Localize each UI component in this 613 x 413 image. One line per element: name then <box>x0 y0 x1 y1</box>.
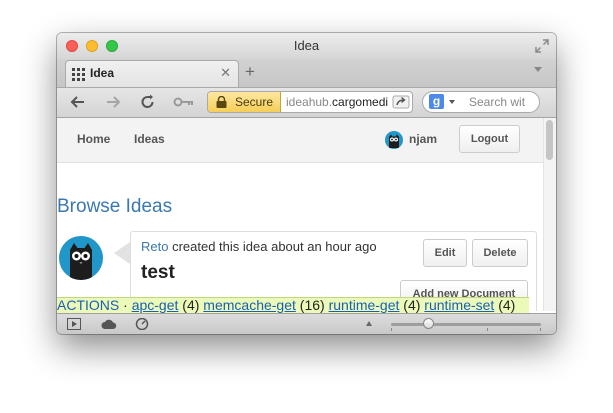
slider-tick <box>391 328 392 331</box>
close-tab-icon[interactable]: ✕ <box>220 65 231 81</box>
cloud-icon[interactable] <box>101 318 117 330</box>
browser-window: Idea Idea ✕ + Secure ideahub.cargomedi g… <box>57 33 556 334</box>
idea-title[interactable]: test <box>141 262 175 284</box>
actions-debug-bar: ACTIONS · apc-get (4) memcache-get (16) … <box>57 297 529 314</box>
scrollbar-thumb[interactable] <box>546 120 553 160</box>
search-placeholder: Search wit <box>469 95 526 109</box>
action-link[interactable]: runtime-get <box>329 298 400 313</box>
zoom-out-icon[interactable] <box>366 321 372 326</box>
google-icon[interactable]: g <box>429 94 444 109</box>
action-count: (4) <box>498 297 516 313</box>
card-pointer <box>114 242 130 264</box>
key-icon[interactable] <box>173 94 195 110</box>
page-title: Browse Ideas <box>57 196 173 217</box>
zoom-slider[interactable] <box>391 323 541 326</box>
speedometer-icon[interactable] <box>135 318 149 330</box>
new-tab-icon[interactable]: + <box>245 62 255 82</box>
action-link[interactable]: memcache-get <box>203 298 296 313</box>
owl-avatar-icon <box>70 243 92 280</box>
action-count: (16) <box>299 297 325 313</box>
grid-icon <box>72 68 85 81</box>
actions-separator: · <box>119 297 132 313</box>
lock-icon <box>216 96 227 108</box>
zoom-slider-knob[interactable] <box>423 318 434 329</box>
back-arrow-icon[interactable] <box>69 94 87 110</box>
tab-list-chevron-icon[interactable] <box>534 67 542 72</box>
status-bar <box>57 313 556 334</box>
forward-arrow-icon[interactable] <box>104 94 122 110</box>
action-link[interactable]: runtime-set <box>424 298 494 313</box>
browser-toolbar: Secure ideahub.cargomedi g Search wit <box>57 88 556 118</box>
action-count: (4) <box>403 297 421 313</box>
nav-home-link[interactable]: Home <box>77 132 110 146</box>
logout-button[interactable]: Logout <box>459 125 520 153</box>
title-bar: Idea <box>57 33 556 59</box>
idea-meta-text: created this idea about an hour ago <box>168 239 377 254</box>
url-domain: cargomedi <box>332 95 389 109</box>
tab-strip: Idea ✕ + <box>57 59 556 88</box>
share-icon[interactable] <box>392 94 410 110</box>
reload-icon[interactable] <box>139 94 157 110</box>
search-engine-chevron-icon[interactable] <box>449 100 455 104</box>
web-content: Home Ideas njam Logout Browse Ideas Reto… <box>57 118 556 311</box>
idea-meta: Reto created this idea about an hour ago <box>141 239 377 254</box>
slider-tick <box>487 328 488 331</box>
search-field[interactable]: g Search wit <box>422 91 540 113</box>
actions-label: ACTIONS <box>57 297 120 313</box>
action-link[interactable]: apc-get <box>132 298 179 313</box>
sidebar-toggle-icon[interactable] <box>67 318 81 330</box>
slider-tick <box>540 328 541 331</box>
window-title: Idea <box>293 38 320 53</box>
nav-ideas-link[interactable]: Ideas <box>134 132 165 146</box>
user-avatar[interactable] <box>385 131 403 149</box>
author-avatar[interactable] <box>59 236 103 280</box>
address-bar[interactable]: Secure ideahub.cargomedi <box>207 91 413 113</box>
url-prefix: ideahub. <box>286 95 333 109</box>
site-navbar: Home Ideas njam Logout <box>57 118 543 163</box>
secure-badge[interactable]: Secure <box>208 92 281 112</box>
url-text[interactable]: ideahub.cargomedi <box>286 95 394 109</box>
username[interactable]: njam <box>409 132 437 146</box>
author-link[interactable]: Reto <box>141 239 168 254</box>
owl-avatar-icon <box>389 134 399 148</box>
tab-label: Idea <box>90 66 115 80</box>
secure-label: Secure <box>235 95 274 109</box>
delete-button[interactable]: Delete <box>472 239 528 267</box>
edit-button[interactable]: Edit <box>423 239 467 267</box>
action-count: (4) <box>182 297 200 313</box>
tab-idea[interactable]: Idea ✕ <box>65 60 239 87</box>
fullscreen-icon[interactable] <box>535 39 549 53</box>
